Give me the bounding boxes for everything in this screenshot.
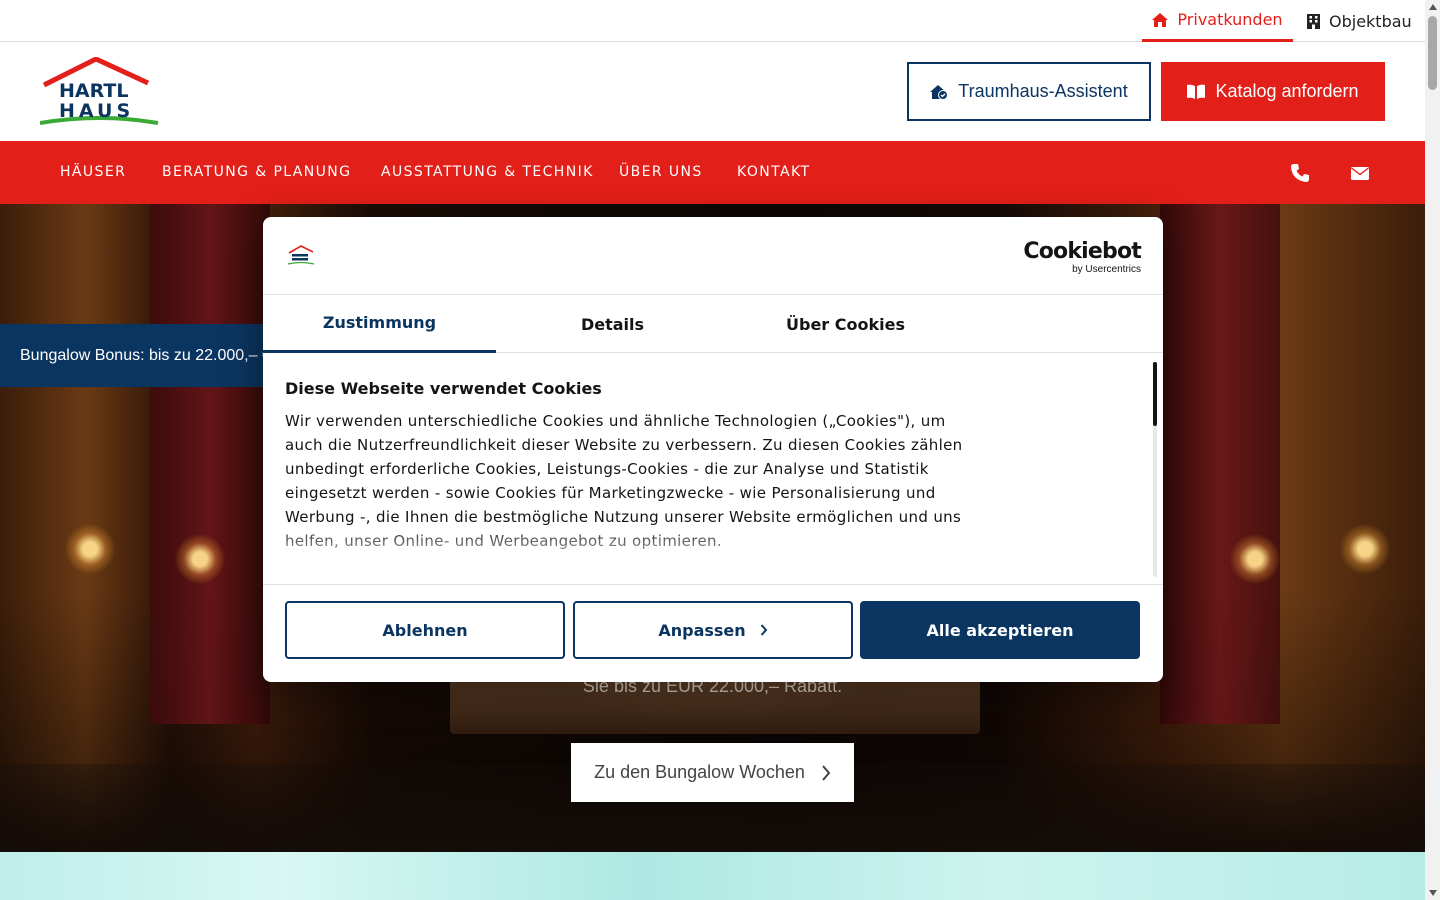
house-icon bbox=[1152, 12, 1169, 27]
curtain-right bbox=[1160, 204, 1280, 724]
cookiebot-brand: Cookiebot bbox=[1023, 239, 1141, 264]
site-header: HARTL HAUS Traumhaus-Assistent Katalog a… bbox=[0, 42, 1425, 141]
building-icon bbox=[1307, 13, 1320, 29]
main-navigation: HÄUSER BERATUNG & PLANUNG AUSSTATTUNG & … bbox=[0, 141, 1425, 204]
curtain-left bbox=[150, 204, 270, 724]
mail-icon[interactable] bbox=[1350, 163, 1370, 183]
tab-ueber-cookies[interactable]: Über Cookies bbox=[729, 295, 962, 353]
hartl-haus-small-logo bbox=[287, 245, 315, 265]
scroll-up-arrow-icon[interactable] bbox=[1429, 4, 1437, 10]
chevron-right-icon bbox=[760, 624, 768, 636]
privatkunden-link[interactable]: Privatkunden bbox=[1142, 0, 1293, 42]
privatkunden-label: Privatkunden bbox=[1177, 10, 1283, 29]
nav-item-ausstattung-technik[interactable]: AUSSTATTUNG & TECHNIK bbox=[381, 141, 594, 204]
wall-lamp bbox=[1230, 534, 1280, 584]
hartl-haus-logo[interactable]: HARTL HAUS bbox=[40, 57, 160, 127]
text-fade-overlay bbox=[263, 524, 1143, 584]
objektbau-link[interactable]: Objektbau bbox=[1307, 0, 1412, 42]
house-check-icon bbox=[930, 84, 949, 100]
chevron-right-icon bbox=[822, 764, 831, 781]
page-scrollbar[interactable] bbox=[1425, 0, 1440, 900]
traumhaus-assistent-label: Traumhaus-Assistent bbox=[958, 81, 1128, 101]
wall-lamp bbox=[65, 524, 115, 574]
dialog-footer: Ablehnen Anpassen Alle akzeptieren bbox=[263, 584, 1163, 682]
dialog-scroll-thumb[interactable] bbox=[1153, 362, 1157, 426]
customize-label: Anpassen bbox=[658, 620, 746, 640]
bungalow-bonus-label: Bungalow Bonus: bis zu 22.000,– € bbox=[20, 346, 271, 364]
cookie-consent-dialog: Cookiebot by Usercentrics Zustimmung Det… bbox=[263, 217, 1163, 682]
tab-zustimmung[interactable]: Zustimmung bbox=[263, 295, 496, 353]
traumhaus-assistent-button[interactable]: Traumhaus-Assistent bbox=[907, 62, 1151, 121]
nav-item-ueber-uns[interactable]: ÜBER UNS bbox=[619, 141, 703, 204]
dialog-tabs: Zustimmung Details Über Cookies bbox=[263, 295, 1163, 353]
bungalow-wochen-label: Zu den Bungalow Wochen bbox=[594, 762, 805, 782]
tab-details[interactable]: Details bbox=[496, 295, 729, 353]
nav-item-haeuser[interactable]: HÄUSER bbox=[60, 141, 126, 204]
phone-icon[interactable] bbox=[1290, 163, 1310, 183]
decline-button[interactable]: Ablehnen bbox=[285, 601, 565, 659]
nav-item-kontakt[interactable]: KONTAKT bbox=[737, 141, 810, 204]
objektbau-label: Objektbau bbox=[1329, 11, 1412, 31]
logo-text-haus: HAUS bbox=[59, 100, 134, 122]
wall-lamp bbox=[175, 534, 225, 584]
dialog-header: Cookiebot by Usercentrics bbox=[263, 217, 1163, 295]
dialog-title: Diese Webseite verwendet Cookies bbox=[285, 379, 602, 398]
nav-item-beratung-planung[interactable]: BERATUNG & PLANUNG bbox=[162, 141, 351, 204]
cookiebot-logo: Cookiebot by Usercentrics bbox=[1023, 239, 1141, 275]
wall-lamp bbox=[1340, 524, 1390, 574]
accept-all-label: Alle akzeptieren bbox=[926, 620, 1074, 640]
top-bar: Privatkunden Objektbau bbox=[0, 0, 1425, 42]
customize-button[interactable]: Anpassen bbox=[573, 601, 853, 659]
book-icon bbox=[1187, 84, 1206, 99]
bungalow-wochen-button[interactable]: Zu den Bungalow Wochen bbox=[571, 743, 854, 802]
katalog-anfordern-button[interactable]: Katalog anfordern bbox=[1161, 62, 1385, 121]
bungalow-bonus-tab[interactable]: Bungalow Bonus: bis zu 22.000,– € bbox=[0, 324, 290, 387]
scrollbar-thumb[interactable] bbox=[1428, 16, 1437, 90]
decline-label: Ablehnen bbox=[382, 620, 468, 640]
katalog-anfordern-label: Katalog anfordern bbox=[1215, 81, 1359, 101]
cookiebot-brand-sub: by Usercentrics bbox=[1072, 264, 1141, 275]
logo-text-hartl: HARTL bbox=[59, 80, 128, 102]
next-section-background bbox=[0, 852, 1425, 900]
accept-all-button[interactable]: Alle akzeptieren bbox=[860, 601, 1140, 659]
scroll-down-arrow-icon[interactable] bbox=[1429, 890, 1437, 896]
dialog-body: Diese Webseite verwendet Cookies Wir ver… bbox=[263, 354, 1163, 584]
